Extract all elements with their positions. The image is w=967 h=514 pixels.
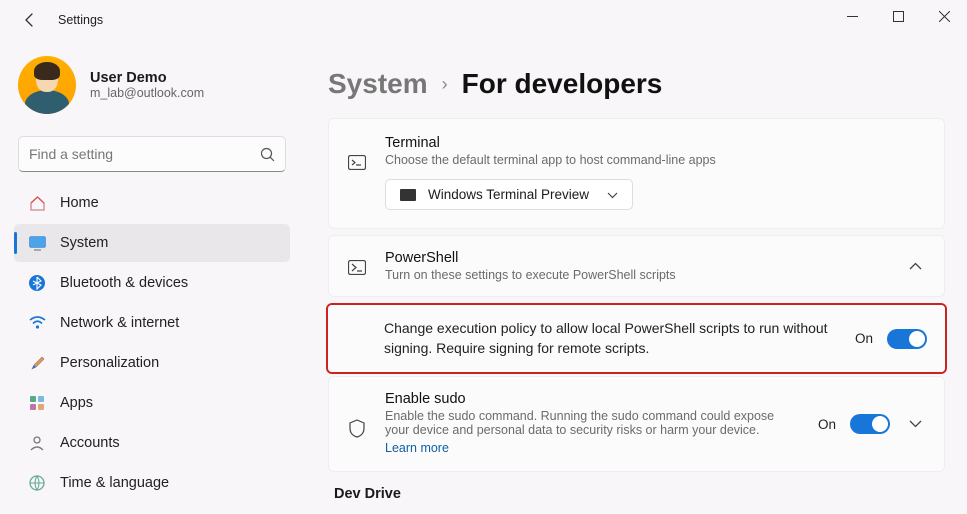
- window-title: Settings: [58, 13, 103, 27]
- sidebar-item-system[interactable]: System: [14, 224, 290, 262]
- profile-name: User Demo: [90, 70, 204, 86]
- powershell-title: PowerShell: [385, 250, 886, 266]
- terminal-card: Terminal Choose the default terminal app…: [328, 118, 945, 229]
- apps-icon: [28, 394, 46, 412]
- execution-policy-toggle[interactable]: [887, 329, 927, 349]
- chevron-down-icon: [607, 187, 618, 202]
- sidebar-item-accounts[interactable]: Accounts: [14, 424, 290, 462]
- globe-clock-icon: [28, 474, 46, 492]
- sidebar-item-personalization[interactable]: Personalization: [14, 344, 290, 382]
- chevron-right-icon: ›: [442, 74, 448, 95]
- sidebar-item-apps[interactable]: Apps: [14, 384, 290, 422]
- execution-policy-desc: Change execution policy to allow local P…: [384, 319, 837, 358]
- sidebar-item-label: Apps: [60, 395, 93, 411]
- execution-policy-row: Change execution policy to allow local P…: [328, 305, 945, 372]
- main-content: System › For developers Terminal Choose …: [300, 40, 967, 514]
- execution-policy-highlight: Change execution policy to allow local P…: [326, 303, 947, 374]
- profile[interactable]: User Demo m_lab@outlook.com: [14, 52, 290, 132]
- accounts-icon: [28, 434, 46, 452]
- terminal-app-icon: [400, 189, 416, 201]
- system-icon: [28, 234, 46, 252]
- sidebar-item-time[interactable]: Time & language: [14, 464, 290, 502]
- execution-policy-state: On: [855, 331, 873, 346]
- search-box[interactable]: [18, 136, 286, 172]
- back-button[interactable]: [18, 8, 42, 32]
- sidebar-item-label: Accounts: [60, 435, 120, 451]
- search-icon: [260, 147, 275, 162]
- dev-drive-section-title: Dev Drive: [334, 486, 945, 502]
- terminal-selected: Windows Terminal Preview: [428, 187, 589, 202]
- avatar: [18, 56, 76, 114]
- powershell-subtitle: Turn on these settings to execute PowerS…: [385, 268, 886, 282]
- sidebar-item-label: System: [60, 235, 108, 251]
- profile-email: m_lab@outlook.com: [90, 86, 204, 100]
- maximize-button[interactable]: [875, 0, 921, 32]
- terminal-icon: [347, 135, 367, 170]
- sidebar-item-label: Time & language: [60, 475, 169, 491]
- sidebar-item-label: Personalization: [60, 355, 159, 371]
- sidebar: User Demo m_lab@outlook.com Home System …: [0, 40, 300, 514]
- search-input[interactable]: [29, 146, 260, 162]
- sidebar-item-label: Network & internet: [60, 315, 179, 331]
- close-button[interactable]: [921, 0, 967, 32]
- terminal-title: Terminal: [385, 135, 926, 151]
- sudo-title: Enable sudo: [385, 391, 800, 407]
- powershell-icon: [347, 258, 367, 275]
- sidebar-item-home[interactable]: Home: [14, 184, 290, 222]
- paintbrush-icon: [28, 354, 46, 372]
- breadcrumb-leaf: For developers: [462, 68, 663, 100]
- home-icon: [28, 194, 46, 212]
- minimize-button[interactable]: [829, 0, 875, 32]
- sudo-toggle[interactable]: [850, 414, 890, 434]
- chevron-up-icon[interactable]: [904, 262, 926, 270]
- sidebar-item-label: Home: [60, 195, 99, 211]
- sidebar-item-bluetooth[interactable]: Bluetooth & devices: [14, 264, 290, 302]
- sudo-state: On: [818, 417, 836, 432]
- wifi-icon: [28, 314, 46, 332]
- chevron-down-icon[interactable]: [904, 420, 926, 428]
- breadcrumb: System › For developers: [328, 68, 945, 100]
- terminal-subtitle: Choose the default terminal app to host …: [385, 153, 926, 167]
- sidebar-item-label: Bluetooth & devices: [60, 275, 188, 291]
- sidebar-item-network[interactable]: Network & internet: [14, 304, 290, 342]
- sudo-card: Enable sudo Enable the sudo command. Run…: [328, 376, 945, 472]
- nav: Home System Bluetooth & devices Network …: [14, 184, 290, 514]
- shield-icon: [347, 411, 367, 438]
- sudo-desc: Enable the sudo command. Running the sud…: [385, 409, 800, 437]
- bluetooth-icon: [28, 274, 46, 292]
- sudo-learn-more-link[interactable]: Learn more: [385, 441, 449, 455]
- powershell-header-card[interactable]: PowerShell Turn on these settings to exe…: [328, 235, 945, 297]
- titlebar: Settings: [0, 0, 967, 40]
- terminal-dropdown[interactable]: Windows Terminal Preview: [385, 179, 633, 210]
- breadcrumb-root[interactable]: System: [328, 68, 428, 100]
- window-controls: [829, 0, 967, 32]
